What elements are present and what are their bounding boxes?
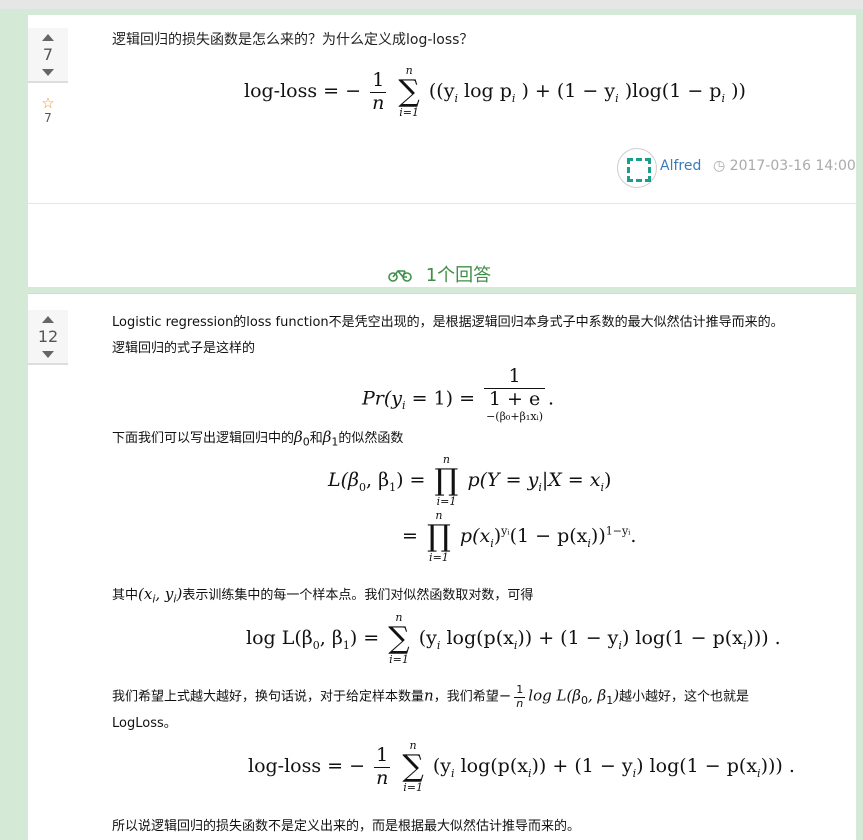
answer-paragraph-7: 所以说逻辑回归的损失函数不是定义出来的，而是根据最大似然估计推导而来的。	[112, 819, 581, 834]
answer-paragraph-2: 逻辑回归的式子是这样的	[112, 341, 256, 356]
favorite-count: 7	[44, 111, 52, 125]
downvote-icon[interactable]	[42, 351, 54, 358]
formula-likelihood-line-2: = n ∏ i=1 p(xi)yᵢ(1 − p(xi))1−yᵢ.	[402, 509, 637, 564]
answer-paragraph-4: 其中(xi, yi)表示训练集中的每一个样本点。我们对似然函数取对数，可得	[112, 585, 534, 606]
answer-vote-count: 12	[37, 327, 59, 346]
question-card: 7 ☆ 7 逻辑回归的损失函数是怎么来的？为什么定义成log-loss？ log…	[28, 15, 856, 287]
question-formula: log-loss = − 1n n ∑ i=1 ((yi log pi ) + (1…	[244, 64, 746, 119]
question-vote-widget: 7	[28, 28, 68, 83]
upvote-icon[interactable]	[42, 316, 54, 323]
answer-paragraph-6: LogLoss。	[112, 716, 177, 731]
favorite-widget[interactable]: ☆ 7	[28, 95, 68, 125]
answer-paragraph-3: 下面我们可以写出逻辑回归中的β0和β1的似然函数	[112, 428, 404, 449]
answers-header: 1个回答	[388, 261, 491, 287]
answer-vote-widget: 12	[28, 310, 68, 365]
answer-paragraph-1: Logistic regression的loss function不是凭空出现的…	[112, 315, 784, 330]
downvote-icon[interactable]	[42, 69, 54, 76]
star-icon[interactable]: ☆	[28, 95, 68, 111]
answer-card: 12 Logistic regression的loss function不是凭空…	[28, 293, 856, 840]
question-vote-count: 7	[42, 45, 54, 64]
question-title: 逻辑回归的损失函数是怎么来的？为什么定义成log-loss？	[112, 32, 474, 48]
answer-paragraph-5: 我们希望上式越大越好，换句话说，对于给定样本数量n，我们希望− 1 n log L(β…	[112, 683, 750, 710]
clock-icon: ◷	[713, 158, 726, 174]
upvote-icon[interactable]	[42, 34, 54, 41]
formula-log-likelihood: log L(β0, β1) = n ∑ i=1 (yi log(p(xi)) + (…	[246, 611, 781, 666]
bicycle-icon	[388, 269, 412, 282]
divider	[28, 203, 856, 204]
formula-log-loss: log-loss = − 1n n ∑ i=1 (yi log(p(xi)) + (…	[248, 739, 795, 794]
formula-likelihood-line-1: L(β0, β1) = n ∏ i=1 p(Y = yi|X = xi)	[328, 453, 612, 508]
formula-logistic: Pr(yi = 1) = 11 + e −(β₀+β₁xᵢ).	[362, 365, 554, 433]
author-name[interactable]: Alfred	[660, 158, 701, 174]
post-date: ◷ 2017-03-16 14:00	[713, 158, 856, 174]
avatar[interactable]	[617, 148, 657, 188]
top-bar	[0, 0, 863, 9]
